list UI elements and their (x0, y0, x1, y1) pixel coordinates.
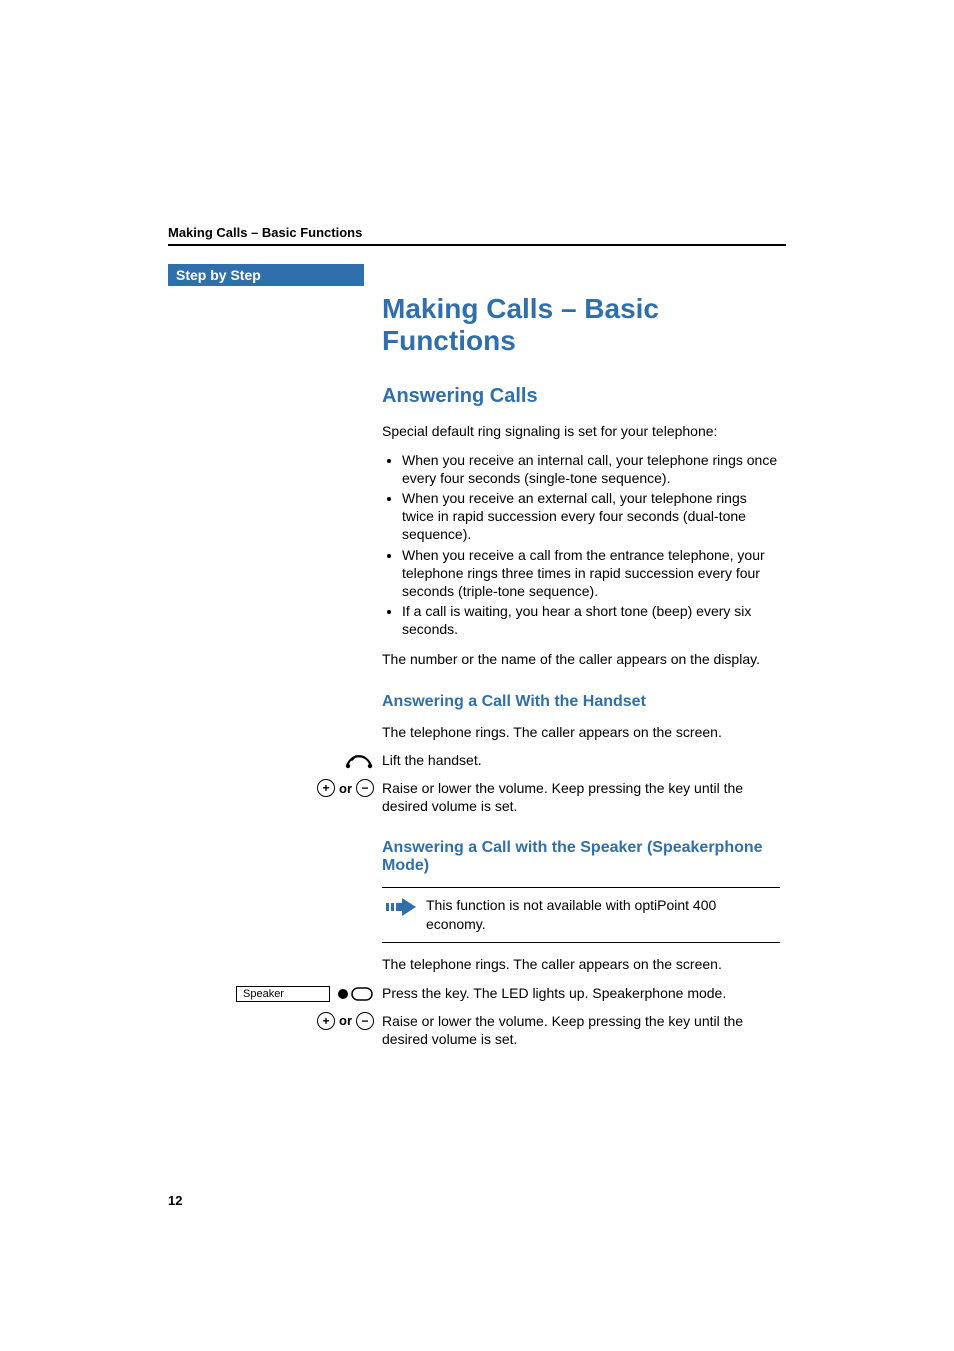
handset-heading: Answering a Call With the Handset (382, 693, 780, 711)
speaker-ring-text: The telephone rings. The caller appears … (382, 955, 780, 973)
running-header-rule (168, 244, 786, 246)
note-text: This function is not available with opti… (426, 897, 716, 932)
step-by-step-sidebar: Step by Step (168, 264, 364, 286)
minus-icon: − (356, 1012, 374, 1030)
list-item: When you receive an external call, your … (402, 489, 780, 544)
or-label: or (339, 1013, 352, 1028)
content-column: Making Calls – Basic Functions Answering… (382, 293, 780, 1058)
key-led-icon (334, 985, 374, 1003)
speakerphone-heading: Answering a Call with the Speaker (Speak… (382, 839, 780, 875)
note-box: This function is not available with opti… (382, 887, 780, 943)
page-number: 12 (168, 1193, 182, 1208)
minus-icon: − (356, 779, 374, 797)
speaker-key-button: Speaker (236, 985, 374, 1003)
plus-icon: + (317, 779, 335, 797)
answering-calls-heading: Answering Calls (382, 385, 780, 408)
plus-minus-control: + or − (317, 1012, 374, 1030)
ring-signaling-list: When you receive an internal call, your … (382, 451, 780, 639)
step-lift-handset: Lift the handset. (382, 751, 780, 769)
step-text: Raise or lower the volume. Keep pressing… (382, 1012, 780, 1048)
caller-display-note: The number or the name of the caller app… (382, 650, 780, 668)
or-label: or (339, 781, 352, 796)
page-title: Making Calls – Basic Functions (382, 293, 780, 357)
step-press-speaker: Speaker Press the key. The LED lights up… (382, 984, 780, 1002)
step-volume-handset: + or − Raise or lower the volume. Keep p… (382, 779, 780, 815)
step-text: Raise or lower the volume. Keep pressing… (382, 779, 780, 815)
list-item: When you receive a call from the entranc… (402, 546, 780, 601)
step-text: Lift the handset. (382, 751, 780, 769)
running-header: Making Calls – Basic Functions (168, 225, 786, 240)
step-volume-speaker: + or − Raise or lower the volume. Keep p… (382, 1012, 780, 1048)
handset-icon (174, 751, 374, 769)
list-item: When you receive an internal call, your … (402, 451, 780, 487)
note-arrow-icon (386, 896, 416, 923)
answering-intro: Special default ring signaling is set fo… (382, 422, 780, 440)
speaker-key-label: Speaker (236, 986, 330, 1002)
list-item: If a call is waiting, you hear a short t… (402, 602, 780, 638)
handset-ring-text: The telephone rings. The caller appears … (382, 723, 780, 741)
plus-icon: + (317, 1012, 335, 1030)
page: Making Calls – Basic Functions Step by S… (0, 0, 954, 1351)
plus-minus-control: + or − (317, 779, 374, 797)
step-text: Press the key. The LED lights up. Speake… (382, 984, 780, 1002)
